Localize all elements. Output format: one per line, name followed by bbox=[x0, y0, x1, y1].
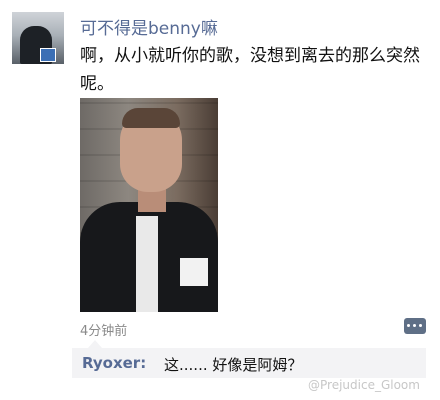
comment-text[interactable]: 这...... 好像是阿姆？ bbox=[164, 354, 302, 375]
photo-logo bbox=[180, 258, 208, 286]
avatar-badge bbox=[40, 48, 56, 62]
avatar[interactable] bbox=[12, 12, 64, 64]
photo-shirt bbox=[136, 216, 158, 312]
photo-hair bbox=[122, 108, 180, 128]
post-text: 啊，从小就听你的歌，没想到离去的那么突然呢。 bbox=[80, 46, 420, 94]
post-author-name[interactable]: 可不得是benny嘛 bbox=[80, 14, 218, 39]
comment-area: Ryoxer: 这...... 好像是阿姆？ bbox=[72, 340, 426, 378]
post-photo[interactable] bbox=[80, 98, 218, 312]
comment-author[interactable]: Ryoxer: bbox=[82, 354, 146, 372]
more-dots-icon[interactable] bbox=[404, 318, 426, 334]
post-time: 4分钟前 bbox=[80, 324, 128, 339]
watermark: @Prejudice_Gloom bbox=[308, 378, 420, 392]
